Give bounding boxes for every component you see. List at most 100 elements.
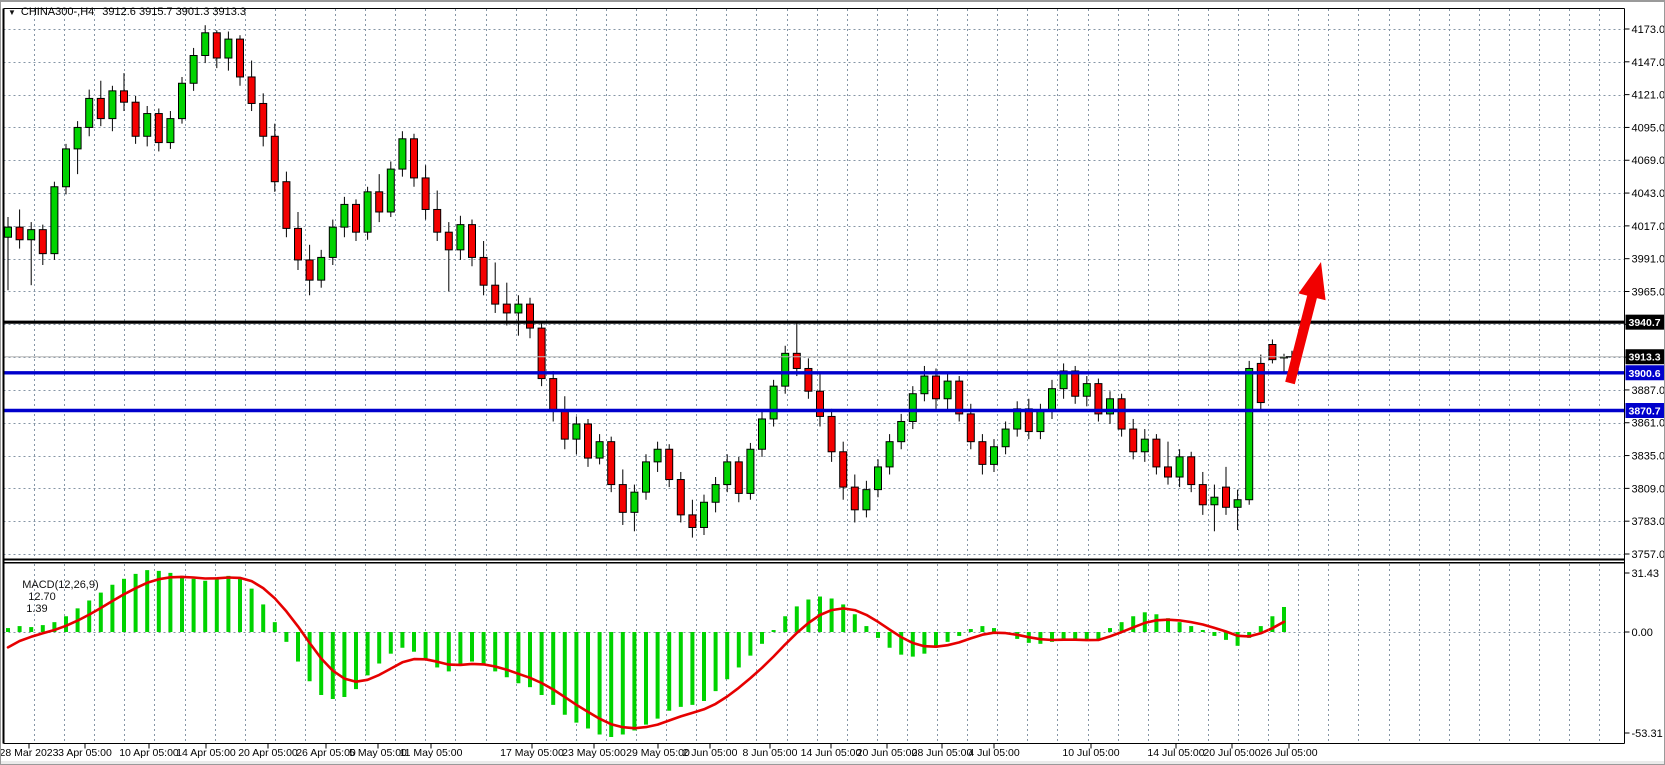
candle-bullish [759,419,766,449]
time-tick-label: 5 May 05:00 [349,747,407,759]
macd-indicator-label: MACD(12,26,9) 12.70 1.39 [10,567,99,627]
candle-bullish [863,490,870,510]
candle-bearish [1072,371,1079,396]
candle-bullish [329,227,336,257]
price-badge-label: 3940.7 [1629,317,1661,329]
time-tick-label: 4 Jul 05:00 [968,747,1020,759]
candle-bearish [434,209,441,232]
candle-bearish [561,411,568,439]
time-tick-label: 23 May 05:00 [562,747,626,759]
candle-bullish [179,83,186,118]
candle-bearish [97,98,104,118]
candle-bearish [503,304,510,313]
candle-bullish [631,492,638,512]
candle-bullish [399,139,406,169]
candle-bearish [979,442,986,465]
candle-bearish [469,225,476,258]
candle-bullish [515,304,522,313]
price-tick-label: 3783.0 [1632,516,1665,528]
candle-bearish [155,114,162,143]
candle-bullish [654,449,661,462]
price-tick-label: 3965.0 [1632,286,1665,298]
candle-bearish [480,257,487,285]
candle-bullish [318,257,325,280]
candle-bullish [202,33,209,56]
candle-bearish [527,304,534,328]
candle-bearish [817,391,824,416]
price-tick-label: 4043.0 [1632,188,1665,200]
price-tick-label: 3887.0 [1632,385,1665,397]
macd-tick-label: 0.00 [1632,627,1653,639]
candle-bullish [596,442,603,458]
price-badge-label: 3913.3 [1629,352,1661,364]
candle-bearish [1153,439,1160,467]
candle-bearish [1118,399,1125,429]
candle-bullish [886,442,893,467]
price-tick-label: 3757.0 [1632,549,1665,561]
candle-bearish [422,178,429,210]
time-tick-label: 28 Mar 2023 [1,747,59,759]
candle-bullish [1141,439,1148,452]
time-tick-label: 28 Jun 05:00 [912,747,973,759]
candle-bullish [643,462,650,492]
price-tick-label: 4017.0 [1632,221,1665,233]
candle-bullish [28,230,35,240]
candle-bullish [364,192,371,232]
symbol-dropdown-icon[interactable]: ▼ [8,8,16,17]
time-tick-label: 3 Apr 05:00 [58,747,112,759]
candle-bullish [1234,500,1241,508]
candle-bullish [747,449,754,493]
price-tick-label: 4173.0 [1632,24,1665,36]
candle-bearish [1257,363,1264,402]
candle-bullish [86,98,93,127]
price-tick-label: 3835.0 [1632,451,1665,463]
candle-bearish [793,353,800,368]
symbol-period-label: CHINA300-,H4 [21,6,94,18]
price-tick-label: 4121.0 [1632,90,1665,102]
price-lines-layer[interactable] [4,322,1625,410]
candle-bullish [144,114,151,137]
candle-bearish [735,462,742,494]
candle-bearish [411,139,418,178]
candle-bearish [933,376,940,399]
time-tick-label: 26 Apr 05:00 [296,747,356,759]
candle-bullish [387,169,394,212]
candle-bullish [167,119,174,143]
candle-bearish [538,328,545,378]
candle-bullish [1037,411,1044,431]
macd-signal-value: 1.39 [26,603,47,615]
price-tick-label: 3861.0 [1632,418,1665,430]
candle-bearish [689,515,696,528]
candle-bearish [271,136,278,181]
candle-bullish [875,467,882,490]
trading-chart-window: 4173.04147.04121.04095.04069.04043.04017… [0,0,1665,765]
time-tick-label: 20 Jun 05:00 [857,747,918,759]
candle-bullish [5,227,12,237]
candle-bullish [63,149,70,187]
time-tick-label: 10 Apr 05:00 [119,747,179,759]
time-tick-label: 26 Jul 05:00 [1260,747,1317,759]
candle-bearish [283,182,290,229]
candle-bullish [909,394,916,422]
chart-canvas[interactable]: 4173.04147.04121.04095.04069.04043.04017… [1,2,1665,765]
candle-bearish [967,414,974,442]
candle-bearish [376,192,383,212]
candle-bearish [1130,429,1137,452]
candle-bearish [445,232,452,250]
candle-bullish [782,353,789,386]
candle-bearish [1165,467,1172,477]
candle-bullish [1002,429,1009,447]
candle-bearish [306,260,313,280]
candle-bearish [1269,345,1276,360]
macd-layer [8,570,1284,737]
candle-bullish [944,381,951,399]
macd-name: MACD(12,26,9) [22,579,98,591]
price-tick-label: 3991.0 [1632,254,1665,266]
candle-bullish [341,204,348,227]
candle-bearish [840,452,847,487]
time-tick-label: 2 Jun 05:00 [683,747,738,759]
candle-bullish [74,127,81,148]
candle-bearish [39,230,46,254]
candle-bullish [457,225,464,250]
candle-bearish [828,416,835,451]
